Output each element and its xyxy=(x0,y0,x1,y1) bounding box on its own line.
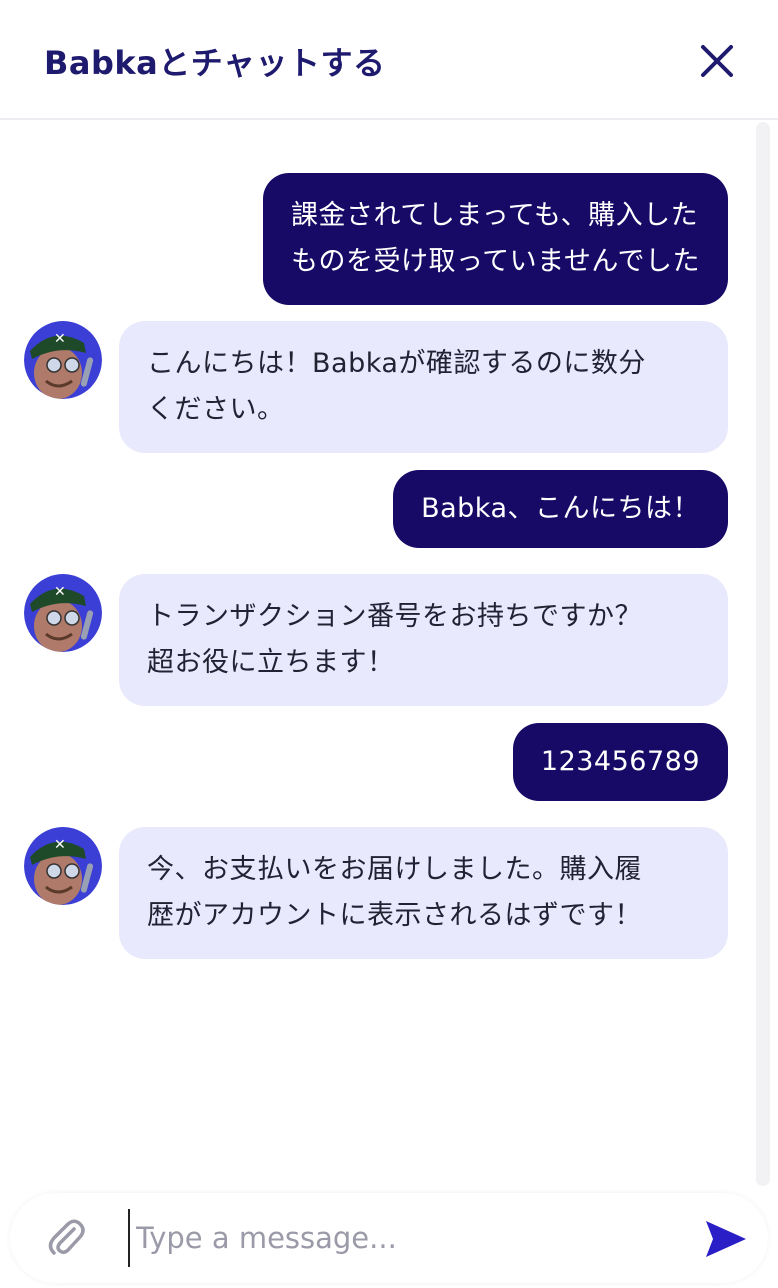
attach-button[interactable] xyxy=(44,1215,88,1259)
send-icon xyxy=(706,1221,746,1257)
babka-avatar: ✕ xyxy=(24,827,102,905)
message-input[interactable] xyxy=(128,1209,688,1267)
close-icon xyxy=(701,45,733,77)
bot-message: こんにちは！Babkaが確認するのに数分 ください。 xyxy=(119,321,728,453)
svg-text:✕: ✕ xyxy=(54,331,66,347)
chat-title: Babkaとチャットする xyxy=(44,44,386,82)
close-button[interactable] xyxy=(690,34,744,88)
paperclip-icon xyxy=(48,1219,85,1255)
svg-text:✕: ✕ xyxy=(54,584,66,600)
bot-message: トランザクション番号をお持ちですか？ 超お役に立ちます！ xyxy=(119,574,728,706)
scrollbar[interactable] xyxy=(756,122,770,1186)
babka-avatar: ✕ xyxy=(24,321,102,399)
send-button[interactable] xyxy=(704,1219,748,1259)
babka-avatar: ✕ xyxy=(24,574,102,652)
bot-message: 今、お支払いをお届けしました。購入履 歴がアカウントに表示されるはずです！ xyxy=(119,827,728,959)
message-composer xyxy=(10,1193,768,1283)
user-message: Babka、こんにちは！ xyxy=(393,470,728,548)
svg-text:✕: ✕ xyxy=(54,837,66,853)
user-message: 課金されてしまっても、購入した ものを受け取っていませんでした xyxy=(263,173,728,305)
message-list[interactable]: 課金されてしまっても、購入した ものを受け取っていませんでした ✕ こんにちは！… xyxy=(0,122,778,1188)
chat-header: Babkaとチャットする xyxy=(0,0,778,120)
user-message: 123456789 xyxy=(512,723,728,801)
